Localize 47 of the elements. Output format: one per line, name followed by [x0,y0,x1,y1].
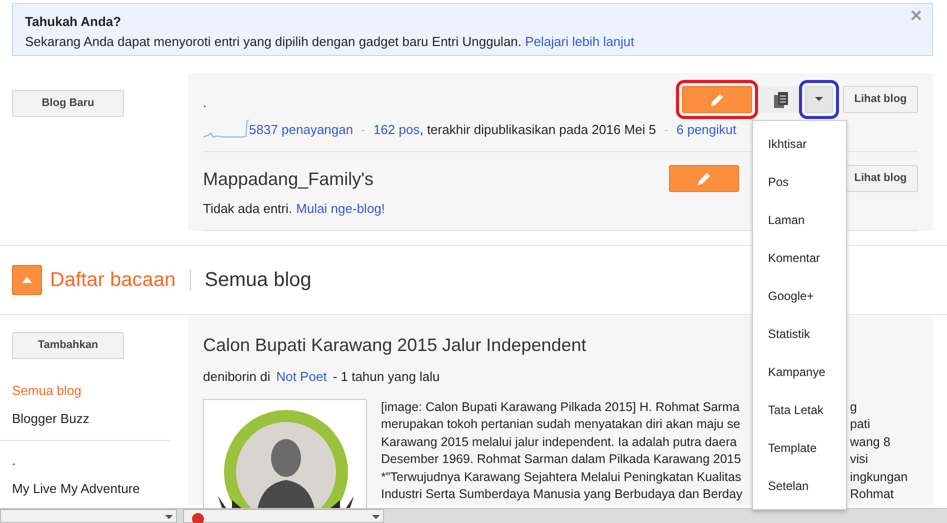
post-age: - 1 tahun yang lalu [332,368,440,386]
blog-title: Mappadang_Family's [203,168,375,191]
excerpt-text: pati [850,416,870,434]
separator-dash: - [361,121,366,139]
excerpt-text: merupakan tokoh pertanian sudah menyatakan diri akan maju se [381,417,740,432]
stats-link[interactable]: 162 pos [373,120,420,140]
notice-title: Tahukah Anda? [25,13,122,31]
menu-item[interactable]: Statistik [753,315,846,353]
excerpt-text: wang 8 [850,434,890,451]
menu-item[interactable]: Pos [753,163,846,201]
excerpt-text: g [850,398,857,416]
post-author: deniborin di [203,368,270,386]
empty-note: Tidak ada entri. [203,200,292,218]
excerpt-text: Desember 1969. Rohmat Sarman dalam Pilkada Karawang 2015 [381,452,741,466]
blog-title: . [203,94,208,112]
stats-text: , terakhir dipublikasikan pada 2016 Mei 5 [420,121,656,139]
menu-item[interactable]: Tata Letak [753,391,846,429]
menu-item[interactable]: Setelan [753,467,846,505]
stats-link[interactable]: 6 pengikut [676,120,736,140]
new-blog-button[interactable]: Blog Baru [12,90,124,117]
sidebar-item[interactable]: Blogger Buzz [12,405,188,433]
menu-item[interactable]: Ikhtisar [753,125,846,163]
excerpt-text: ingkungan [850,468,908,486]
menu-item[interactable]: Laman [753,201,846,239]
excerpt-text: [image: Calon Bupati Karawang Pilkada 2015] H. Rohmat Sarma [381,400,740,414]
sidebar-item[interactable]: . [12,447,170,475]
menu-item[interactable]: Komentar [753,239,846,277]
notice-text: Sekarang Anda dapat menyoroti entri yang dipilih dengan gadget baru Entri Unggulan. Pelajari lebih lanjut [25,32,636,51]
reading-list-subtitle: Semua blog [204,268,312,293]
reading-list-title: Daftar bacaan [50,268,176,293]
blog-link[interactable]: Not Poet [276,367,327,386]
excerpt-text: *"Terwujudnya Karawang Sejahtera Melalui Peningkatan Kualitas [381,470,742,484]
sidebar-item[interactable]: My Live My Adventure [12,475,170,503]
excerpt-text: Karawang 2015 melalui jalur independent. Ia adalah putra daera [381,434,737,449]
menu-item[interactable]: Kampanye [753,353,846,391]
learn-more-link[interactable]: Pelajari lebih lanjut [525,34,634,48]
menu-item[interactable]: Google+ [753,277,846,315]
post-title[interactable]: Calon Bupati Karawang 2015 Jalur Independent [203,332,586,359]
menu-item[interactable]: Template [753,429,846,467]
separator-dash: - [664,121,668,139]
excerpt-text: Industri Serta Sumberdaya Manusia yang Berbudaya dan Berday [381,487,742,502]
start-blogging-link[interactable]: Mulai nge-blog! [296,198,386,218]
add-button[interactable]: Tambahkan [12,332,124,359]
stats-link[interactable]: 5837 penayangan [249,120,354,140]
excerpt-text: visi [850,451,868,468]
view-blog-button[interactable]: Lihat blog [843,86,918,113]
excerpt-text: Rohmat [850,486,894,504]
